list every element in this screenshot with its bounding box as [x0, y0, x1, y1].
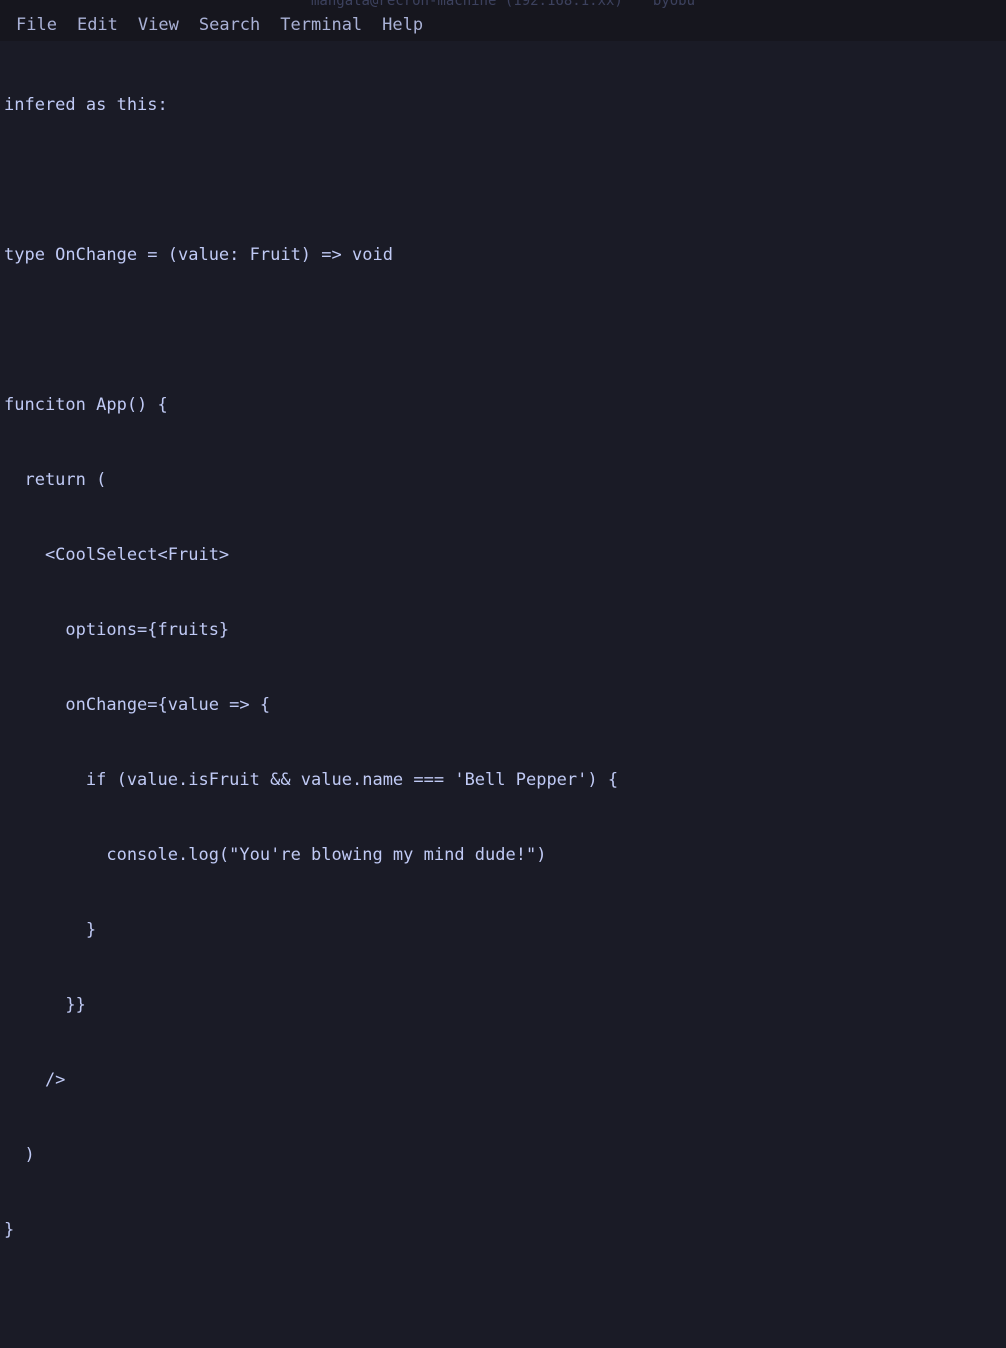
terminal-line: onChange={value => {	[4, 693, 1002, 718]
menu-view[interactable]: View	[128, 13, 189, 37]
terminal-line	[4, 168, 1002, 193]
terminal-line: options={fruits}	[4, 618, 1002, 643]
title-bar: mangata@recron-machine (192.168.1.xx) by…	[0, 0, 1006, 9]
terminal-line: />	[4, 1068, 1002, 1093]
terminal-line: }	[4, 1218, 1002, 1243]
terminal-line: <CoolSelect<Fruit>	[4, 543, 1002, 568]
terminal-line: }}	[4, 993, 1002, 1018]
menu-file[interactable]: File	[6, 13, 67, 37]
terminal-line	[4, 318, 1002, 343]
terminal-output[interactable]: infered as this: type OnChange = (value:…	[0, 41, 1006, 1348]
terminal-line	[4, 1293, 1002, 1318]
terminal-line: infered as this:	[4, 93, 1002, 118]
terminal-line: return (	[4, 468, 1002, 493]
menu-bar: File Edit View Search Terminal Help	[0, 9, 1006, 41]
terminal-line: type OnChange = (value: Fruit) => void	[4, 243, 1002, 268]
menu-edit[interactable]: Edit	[67, 13, 128, 37]
terminal-line: funciton App() {	[4, 393, 1002, 418]
menu-search[interactable]: Search	[189, 13, 270, 37]
title-session: byobu	[653, 0, 695, 9]
terminal-line: }	[4, 918, 1002, 943]
terminal-line: )	[4, 1143, 1002, 1168]
terminal-line: console.log("You're blowing my mind dude…	[4, 843, 1002, 868]
menu-terminal[interactable]: Terminal	[270, 13, 372, 37]
title-host: mangata@recron-machine (192.168.1.xx)	[311, 0, 623, 9]
menu-help[interactable]: Help	[372, 13, 433, 37]
terminal-line: if (value.isFruit && value.name === 'Bel…	[4, 768, 1002, 793]
